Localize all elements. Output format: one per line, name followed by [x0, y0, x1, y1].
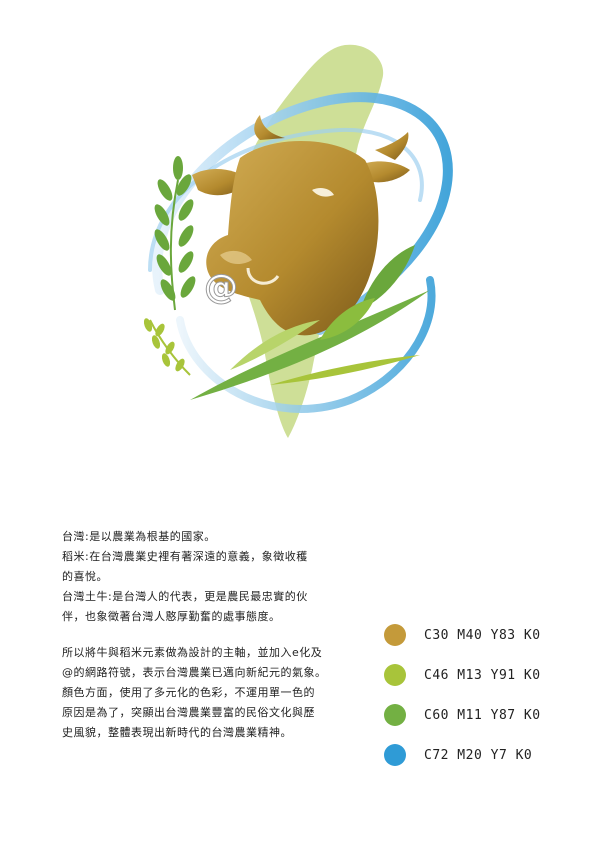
- color-swatch-row: C72 M20 Y7 K0: [384, 735, 584, 775]
- desc-concept-4: 原因是為了，突顯出台灣農業豐富的民俗文化與歷: [62, 706, 315, 719]
- color-swatch-row: C30 M40 Y83 K0: [384, 615, 584, 655]
- color-swatch-row: C60 M11 Y87 K0: [384, 695, 584, 735]
- desc-concept-2: @的網路符號，表示台灣農業已邁向新紀元的氣象。: [62, 666, 327, 679]
- color-code: C72 M20 Y7 K0: [424, 747, 533, 763]
- desc-concept-1: 所以將牛與稻米元素做為設計的主軸，並加入e化及: [62, 646, 323, 659]
- color-swatch-row: C46 M13 Y91 K0: [384, 655, 584, 695]
- color-dot-gold: [384, 624, 406, 646]
- logo-svg: @: [143, 44, 453, 438]
- desc-bull: 台灣土牛:是台灣人的代表，更是農民最忠實的伙: [62, 590, 308, 603]
- color-dot-green: [384, 704, 406, 726]
- color-dot-blue: [384, 744, 406, 766]
- color-code: C30 M40 Y83 K0: [424, 627, 541, 643]
- desc-concept-3: 顏色方面，使用了多元化的色彩，不運用單一色的: [62, 686, 315, 699]
- desc-bull-cont: 伴，也象徵著台灣人憨厚勤奮的處事態度。: [62, 610, 281, 623]
- logo-description: 台灣:是以農業為根基的國家。 稻米:在台灣農業史裡有著深遠的意義，象徵收穫 的喜…: [62, 527, 352, 743]
- desc-rice: 稻米:在台灣農業史裡有著深遠的意義，象徵收穫: [62, 550, 308, 563]
- color-code: C46 M13 Y91 K0: [424, 667, 541, 683]
- at-symbol: @: [204, 267, 238, 307]
- color-code: C60 M11 Y87 K0: [424, 707, 541, 723]
- logo-illustration: @: [120, 40, 460, 450]
- desc-rice-cont: 的喜悅。: [62, 570, 108, 583]
- color-swatch-list: C30 M40 Y83 K0 C46 M13 Y91 K0 C60 M11 Y8…: [384, 615, 584, 775]
- desc-concept-5: 史風貌，整體表現出新時代的台灣農業精神。: [62, 726, 292, 739]
- desc-taiwan: 台灣:是以農業為根基的國家。: [62, 530, 216, 543]
- color-dot-yellow-green: [384, 664, 406, 686]
